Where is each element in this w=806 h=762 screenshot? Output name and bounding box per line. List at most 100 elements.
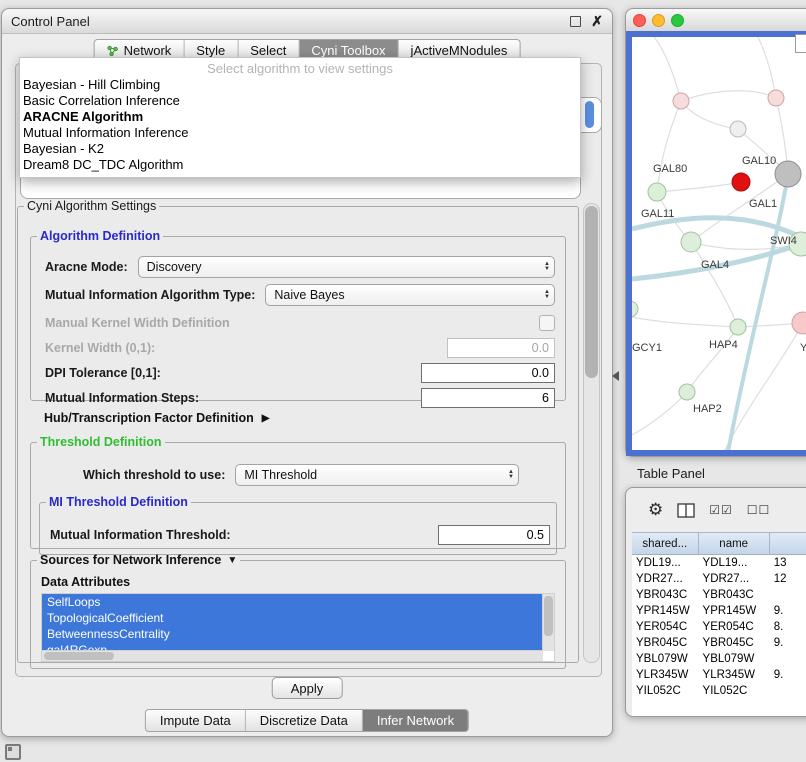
- network-node[interactable]: [648, 183, 666, 201]
- network-edge: [691, 242, 738, 327]
- node-label-gcy1: GCY1: [632, 342, 662, 354]
- network-node[interactable]: [768, 90, 784, 106]
- mi-threshold-input[interactable]: [438, 525, 550, 545]
- tab-discretize-data[interactable]: Discretize Data: [246, 710, 363, 731]
- table-row: YBR043C YBR043C: [632, 587, 806, 603]
- manual-kernel-width-checkbox[interactable]: [539, 315, 555, 331]
- dropdown-item-mutual-information[interactable]: Mutual Information Inference: [20, 125, 580, 141]
- table-cell[interactable]: YDL19...: [699, 557, 770, 569]
- network-node-gray[interactable]: [775, 161, 801, 187]
- scrollbar-thumb[interactable]: [585, 206, 598, 378]
- dropdown-item-basic-correlation[interactable]: Basic Correlation Inference: [20, 93, 580, 109]
- mi-algorithm-type-select[interactable]: Naive Bayes ▲▼: [265, 284, 555, 306]
- apply-button[interactable]: Apply: [272, 677, 343, 699]
- dropdown-item-bayesian-hill-climbing[interactable]: Bayesian - Hill Climbing: [20, 77, 580, 93]
- network-window-titlebar[interactable]: [626, 9, 806, 32]
- table-cell[interactable]: 8.: [770, 621, 806, 633]
- network-edge: [632, 317, 738, 327]
- which-threshold-select[interactable]: MI Threshold ▲▼: [235, 464, 519, 486]
- attribute-item-selfloops[interactable]: SelfLoops: [42, 594, 543, 610]
- settings-vscrollbar[interactable]: [583, 203, 600, 663]
- attribute-item-topologicalcoefficient[interactable]: TopologicalCoefficient: [42, 610, 543, 626]
- table-cell[interactable]: YBR045C: [632, 637, 699, 649]
- sources-toggle[interactable]: Sources for Network Inference ▼: [37, 553, 240, 567]
- table-cell[interactable]: YLR345W: [632, 669, 699, 681]
- attribute-list-hscrollbar[interactable]: [42, 650, 543, 661]
- minimize-traffic-light-icon[interactable]: [652, 14, 665, 27]
- table-cell[interactable]: YIL052C: [632, 685, 699, 697]
- network-node[interactable]: [632, 301, 638, 317]
- mi-threshold-row: Mutual Information Threshold:: [50, 523, 550, 547]
- table-row: YBL079W YBL079W: [632, 651, 806, 667]
- manual-kernel-row: Manual Kernel Width Definition: [45, 311, 555, 335]
- mi-type-row: Mutual Information Algorithm Type: Naive…: [45, 283, 555, 307]
- deselect-all-checkboxes-icon[interactable]: ☐☐: [747, 503, 771, 517]
- table-cell[interactable]: YDR27...: [699, 573, 770, 585]
- combo-arrows-icon: ▲▼: [544, 290, 550, 300]
- column-header-partial[interactable]: [770, 533, 806, 554]
- column-header-name[interactable]: name: [699, 533, 770, 554]
- attribute-list-vscrollbar[interactable]: [542, 594, 554, 651]
- table-body: YDL19... YDL19... 13 YDR27... YDR27... 1…: [632, 555, 806, 717]
- network-node[interactable]: [679, 384, 695, 400]
- float-window-icon[interactable]: [570, 16, 581, 27]
- zoom-traffic-light-icon[interactable]: [671, 14, 684, 27]
- tab-infer-network[interactable]: Infer Network: [363, 710, 468, 731]
- columns-icon[interactable]: [677, 503, 695, 518]
- close-traffic-light-icon[interactable]: [633, 14, 646, 27]
- control-panel-titlebar[interactable]: Control Panel ✗: [2, 9, 612, 34]
- table-cell[interactable]: YPR145W: [632, 605, 699, 617]
- aracne-mode-select[interactable]: Discovery ▲▼: [138, 256, 555, 278]
- scrollbar-thumb[interactable]: [44, 652, 114, 660]
- dropdown-item-aracne-selected[interactable]: ARACNE Algorithm: [20, 109, 580, 125]
- network-node[interactable]: [792, 312, 806, 334]
- network-node[interactable]: [730, 319, 746, 335]
- select-all-checkboxes-icon[interactable]: ☑☑: [709, 503, 733, 517]
- network-node[interactable]: [673, 93, 689, 109]
- aracne-mode-label: Aracne Mode:: [45, 260, 128, 274]
- attribute-item-betweennesscentrality[interactable]: BetweennessCentrality: [42, 626, 543, 642]
- aracne-mode-value: Discovery: [147, 260, 544, 274]
- which-threshold-row: Which threshold to use: MI Threshold ▲▼: [83, 463, 519, 487]
- table-cell[interactable]: 12: [770, 573, 806, 585]
- table-cell[interactable]: YLR345W: [699, 669, 770, 681]
- close-window-icon[interactable]: ✗: [591, 14, 603, 28]
- network-view-window: GAL80 GAL10 GAL11 GAL1 SWI4 GAL4 GCY1 HA…: [625, 8, 806, 457]
- column-header-shared[interactable]: shared...: [632, 533, 699, 554]
- table-cell[interactable]: YBL079W: [699, 653, 770, 665]
- table-row: YDR27... YDR27... 12: [632, 571, 806, 587]
- tab-impute-data[interactable]: Impute Data: [146, 710, 246, 731]
- scrollbar-thumb[interactable]: [544, 596, 553, 636]
- gear-icon[interactable]: ⚙: [648, 500, 663, 520]
- table-cell[interactable]: YBL079W: [632, 653, 699, 665]
- dropdown-item-bayesian-k2[interactable]: Bayesian - K2: [20, 141, 580, 157]
- table-row: YPR145W YPR145W 9.: [632, 603, 806, 619]
- node-label-gal10: GAL10: [742, 155, 776, 167]
- mi-steps-input[interactable]: [421, 388, 555, 408]
- threshold-definition-group: Threshold Definition Which threshold to …: [30, 435, 566, 549]
- network-node[interactable]: [730, 121, 746, 137]
- network-node-red[interactable]: [732, 173, 750, 191]
- network-canvas[interactable]: GAL80 GAL10 GAL11 GAL1 SWI4 GAL4 GCY1 HA…: [626, 31, 806, 456]
- kernel-width-input[interactable]: [447, 338, 555, 358]
- table-cell[interactable]: 9.: [770, 637, 806, 649]
- panel-dock-icon[interactable]: [5, 744, 21, 760]
- table-cell[interactable]: YDR27...: [632, 573, 699, 585]
- table-cell[interactable]: YER054C: [699, 621, 770, 633]
- table-cell[interactable]: YER054C: [632, 621, 699, 633]
- table-cell[interactable]: YDL19...: [632, 557, 699, 569]
- hub-definition-toggle[interactable]: Hub/Transcription Factor Definition ▶: [44, 411, 269, 425]
- dpi-tolerance-input[interactable]: [421, 363, 555, 383]
- table-cell[interactable]: 9.: [770, 669, 806, 681]
- network-node[interactable]: [681, 232, 701, 252]
- table-cell[interactable]: 13: [770, 557, 806, 569]
- table-cell[interactable]: YBR043C: [699, 589, 770, 601]
- table-cell[interactable]: YBR043C: [632, 589, 699, 601]
- table-cell[interactable]: YPR145W: [699, 605, 770, 617]
- panel-collapse-arrow-icon[interactable]: [612, 371, 619, 381]
- table-cell[interactable]: YIL052C: [699, 685, 770, 697]
- mi-steps-label: Mutual Information Steps:: [45, 391, 199, 405]
- table-cell[interactable]: YBR045C: [699, 637, 770, 649]
- dropdown-item-dream8[interactable]: Dream8 DC_TDC Algorithm: [20, 157, 580, 173]
- table-cell[interactable]: 9.: [770, 605, 806, 617]
